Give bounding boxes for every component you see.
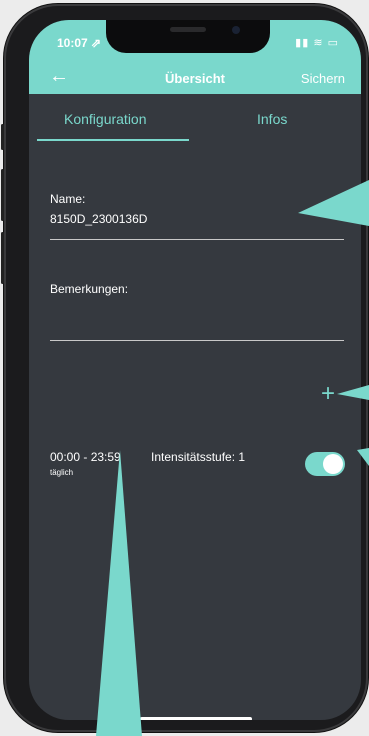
- schedule-frequency: täglich: [50, 468, 74, 477]
- name-field[interactable]: 8150D_2300136D: [50, 212, 147, 226]
- app-screen: 10:07 ⇗ ▮▮ ≋ ▭ ← Übersicht Sichern Konfi…: [29, 20, 361, 720]
- notch: [106, 20, 270, 53]
- mute-switch: [1, 124, 4, 150]
- front-camera: [232, 26, 240, 34]
- phone-frame: 10:07 ⇗ ▮▮ ≋ ▭ ← Übersicht Sichern Konfi…: [1, 4, 368, 732]
- volume-down-button: [1, 232, 4, 284]
- save-button[interactable]: Sichern: [301, 71, 345, 86]
- schedule-intensity: Intensitätsstufe: 1: [151, 450, 246, 464]
- tab-infos[interactable]: Infos: [257, 111, 287, 127]
- active-tab-indicator: [37, 139, 189, 141]
- schedule-time-range: 00:00 - 23:59: [50, 450, 121, 464]
- tab-bar: Konfiguration Infos: [29, 94, 361, 141]
- add-schedule-icon[interactable]: +: [321, 382, 335, 406]
- volume-up-button: [1, 169, 4, 221]
- name-field-underline: [50, 239, 344, 240]
- remarks-label: Bemerkungen:: [50, 282, 129, 296]
- status-time: 10:07 ⇗: [57, 36, 102, 50]
- tab-konfiguration[interactable]: Konfiguration: [64, 111, 147, 127]
- home-indicator[interactable]: [140, 717, 252, 720]
- remarks-field-underline: [50, 340, 344, 341]
- name-label: Name:: [50, 192, 86, 206]
- toggle-knob: [323, 454, 343, 474]
- speaker: [170, 27, 206, 32]
- status-icons: ▮▮ ≋ ▭: [295, 37, 339, 49]
- schedule-enable-toggle[interactable]: [305, 452, 345, 476]
